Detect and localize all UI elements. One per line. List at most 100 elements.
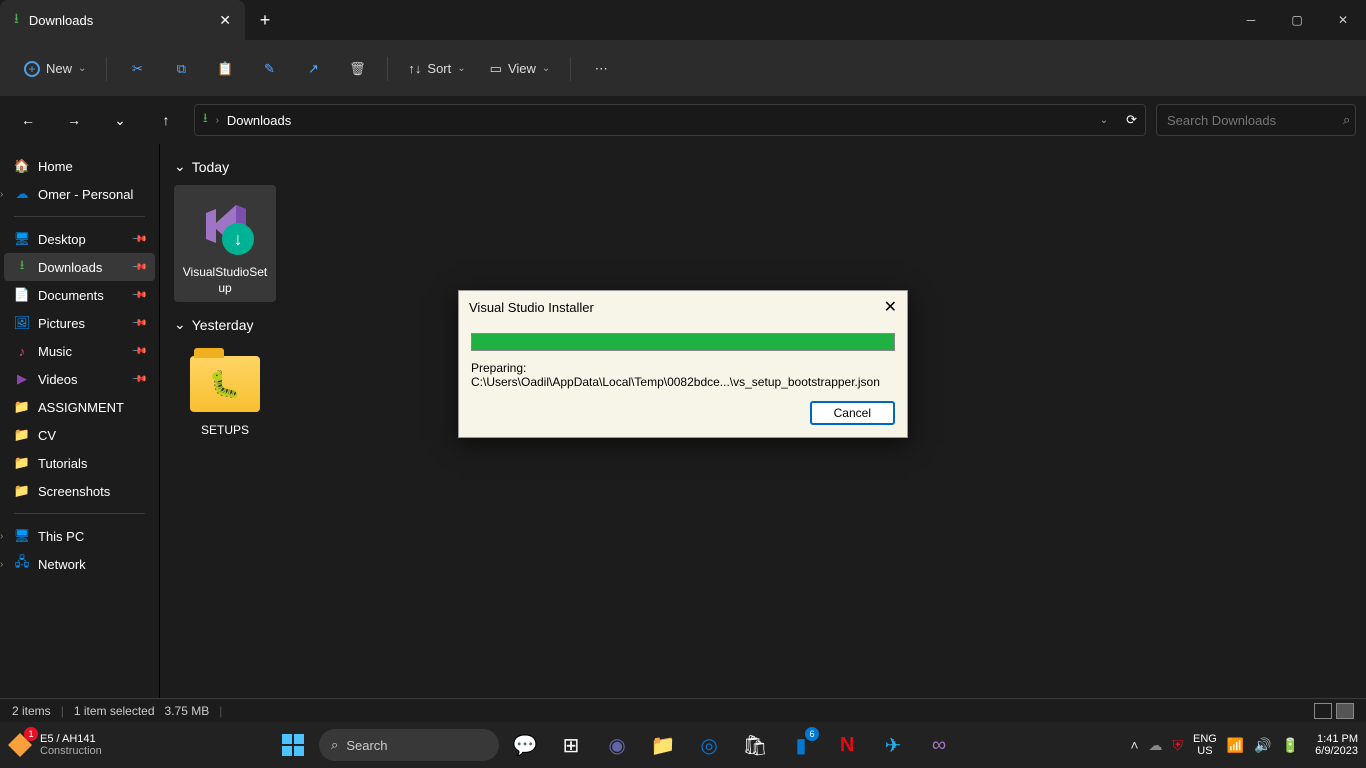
time: 1:41 PM — [1315, 733, 1358, 745]
rename-button[interactable]: ✎ — [249, 51, 289, 87]
onedrive-icon[interactable]: ☁ — [1149, 737, 1163, 754]
chevron-right-icon[interactable]: › — [0, 189, 3, 200]
new-button[interactable]: + New ⌄ — [14, 51, 96, 87]
rename-icon: ✎ — [264, 61, 275, 77]
taskbar-chat[interactable]: 💬 — [505, 725, 545, 765]
status-size: 3.75 MB — [165, 704, 210, 718]
sidebar: 🏠Home ›☁Omer - Personal 🖥Desktop📌 ⭳Downl… — [0, 144, 160, 744]
file-visualstudiosetup[interactable]: ↓ VisualStudioSetup — [174, 185, 276, 302]
download-icon: ⭳ — [203, 109, 208, 131]
share-button[interactable]: ↗ — [293, 51, 333, 87]
back-button[interactable]: ← — [10, 102, 46, 138]
download-badge-icon: ↓ — [222, 223, 254, 255]
divider — [14, 216, 145, 217]
tab-downloads[interactable]: ⭳ Downloads ✕ — [0, 0, 245, 40]
up-button[interactable]: ↑ — [148, 102, 184, 138]
tray-overflow-icon[interactable]: ˄ — [1130, 737, 1138, 753]
documents-icon: 📄 — [14, 287, 30, 303]
view-button[interactable]: ▭ View ⌄ — [480, 51, 561, 87]
sidebar-item-network[interactable]: ›🖧Network — [4, 550, 155, 578]
taskbar-visualstudio[interactable]: ∞ — [919, 725, 959, 765]
home-icon: 🏠 — [14, 158, 30, 174]
dialog-body: Preparing: C:\Users\Oadil\AppData\Local\… — [459, 323, 907, 437]
sidebar-item-label: Desktop — [38, 232, 86, 247]
maximize-button[interactable]: ▢ — [1274, 0, 1320, 40]
sidebar-item-downloads[interactable]: ⭳Downloads📌 — [4, 253, 155, 281]
sort-button[interactable]: ↑↓ Sort ⌄ — [398, 51, 475, 87]
sidebar-item-videos[interactable]: ▶Videos📌 — [4, 365, 155, 393]
address-bar[interactable]: ⭳ › Downloads ⌄ ⟳ — [194, 104, 1146, 136]
close-tab-icon[interactable]: ✕ — [219, 12, 231, 29]
sidebar-item-thispc[interactable]: ›🖥This PC — [4, 522, 155, 550]
cancel-button[interactable]: Cancel — [810, 401, 895, 425]
start-button[interactable] — [273, 725, 313, 765]
sidebar-item-documents[interactable]: 📄Documents📌 — [4, 281, 155, 309]
new-tab-button[interactable]: + — [245, 10, 285, 31]
sidebar-item-screenshots[interactable]: 📁Screenshots — [4, 477, 155, 505]
security-icon[interactable]: ⛨ — [1173, 737, 1184, 754]
taskbar-store[interactable]: 🛍 — [735, 725, 775, 765]
taskbar-telegram[interactable]: ✈ — [873, 725, 913, 765]
details-view-button[interactable] — [1314, 703, 1332, 719]
sidebar-item-label: Network — [38, 557, 86, 572]
search-icon: ⌕ — [331, 737, 338, 753]
sidebar-item-label: Downloads — [38, 260, 102, 275]
sidebar-item-desktop[interactable]: 🖥Desktop📌 — [4, 225, 155, 253]
copy-button[interactable]: ⧉ — [161, 51, 201, 87]
folder-icon: 📁 — [14, 427, 30, 443]
sidebar-item-music[interactable]: ♪Music📌 — [4, 337, 155, 365]
icons-view-button[interactable] — [1336, 703, 1354, 719]
group-today[interactable]: ⌄Today — [174, 158, 1352, 175]
dialog-status-text: Preparing: C:\Users\Oadil\AppData\Local\… — [471, 361, 895, 389]
cut-button[interactable]: ✂ — [117, 51, 157, 87]
file-icon: ↓ — [190, 191, 260, 261]
file-icon: 🐛 — [190, 349, 260, 419]
taskbar-edge[interactable]: ◎ — [689, 725, 729, 765]
sidebar-item-home[interactable]: 🏠Home — [4, 152, 155, 180]
wifi-icon[interactable]: 📶 — [1227, 737, 1244, 754]
dialog-title: Visual Studio Installer — [469, 300, 594, 315]
pc-icon: 🖥 — [14, 528, 30, 544]
battery-icon[interactable]: 🔋 — [1282, 737, 1299, 754]
paste-button[interactable]: 📋 — [205, 51, 245, 87]
search-icon[interactable]: ⌕ — [1343, 112, 1350, 128]
taskbar-taskview[interactable]: ⊞ — [551, 725, 591, 765]
sidebar-item-assignment[interactable]: 📁ASSIGNMENT — [4, 393, 155, 421]
taskbar-explorer[interactable]: 📁 — [643, 725, 683, 765]
sidebar-item-label: Tutorials — [38, 456, 87, 471]
taskbar-teams[interactable]: ◉ — [597, 725, 637, 765]
minimize-button[interactable]: ─ — [1228, 0, 1274, 40]
sidebar-item-tutorials[interactable]: 📁Tutorials — [4, 449, 155, 477]
weather-widget[interactable]: 1 E5 / AH141 Construction — [8, 733, 102, 757]
separator — [570, 57, 571, 81]
chevron-right-icon[interactable]: › — [0, 559, 3, 570]
sidebar-item-label: Music — [38, 344, 72, 359]
pin-icon: 📌 — [130, 315, 147, 332]
volume-icon[interactable]: 🔊 — [1254, 737, 1271, 754]
sidebar-item-personal[interactable]: ›☁Omer - Personal — [4, 180, 155, 208]
chevron-down-icon[interactable]: ⌄ — [1100, 115, 1108, 126]
taskbar-app[interactable]: ▮6 — [781, 725, 821, 765]
chevron-right-icon[interactable]: › — [0, 531, 3, 542]
close-icon[interactable]: ✕ — [884, 297, 897, 317]
dialog-titlebar[interactable]: Visual Studio Installer ✕ — [459, 291, 907, 323]
taskbar-search[interactable]: ⌕Search — [319, 729, 499, 761]
file-setups[interactable]: 🐛 SETUPS — [174, 343, 276, 445]
forward-button[interactable]: → — [56, 102, 92, 138]
search-box[interactable]: ⌕ — [1156, 104, 1356, 136]
language-indicator[interactable]: ENG US — [1193, 733, 1217, 757]
delete-button[interactable]: 🗑 — [337, 51, 377, 87]
more-button[interactable]: ⋯ — [581, 51, 621, 87]
close-window-button[interactable]: ✕ — [1320, 0, 1366, 40]
view-toggles — [1314, 703, 1354, 719]
sidebar-item-pictures[interactable]: 🖼Pictures📌 — [4, 309, 155, 337]
taskbar-netflix[interactable]: N — [827, 725, 867, 765]
refresh-icon[interactable]: ⟳ — [1126, 112, 1137, 128]
sidebar-item-cv[interactable]: 📁CV — [4, 421, 155, 449]
breadcrumb[interactable]: Downloads — [227, 113, 291, 128]
chevron-down-icon: ⌄ — [457, 63, 465, 74]
group-label: Today — [192, 159, 229, 175]
recent-button[interactable]: ⌄ — [102, 102, 138, 138]
search-input[interactable] — [1167, 113, 1343, 128]
clock[interactable]: 1:41 PM 6/9/2023 — [1315, 733, 1358, 757]
